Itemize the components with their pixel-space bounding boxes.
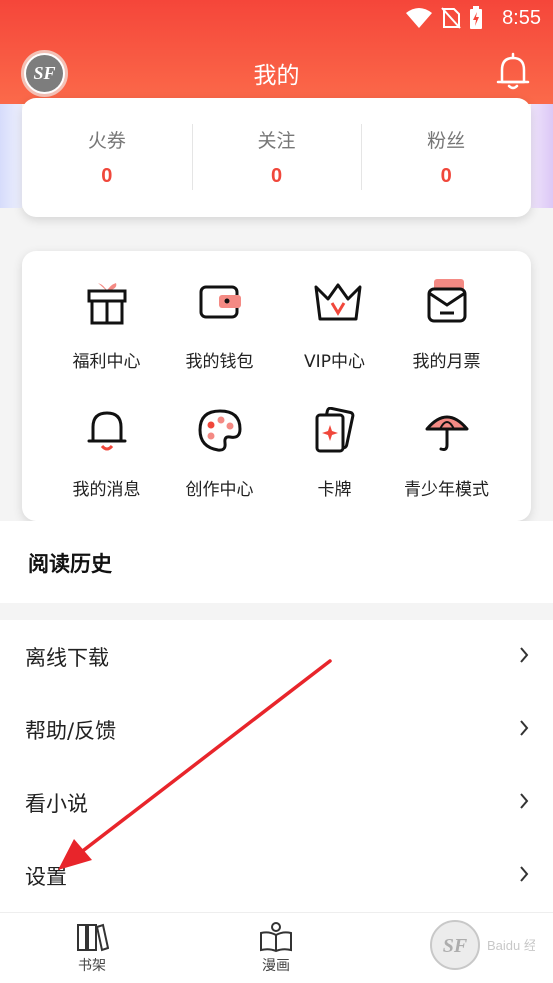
grid-item-wallet[interactable]: 我的钱包 [157,279,282,389]
stat-label: 粉丝 [427,130,466,152]
nav-tab-bookshelf[interactable]: 书架 [62,921,122,975]
watermark-text: Baidu 经验 [487,938,535,953]
stats-card: 火券 0 关注 0 粉丝 0 [22,98,531,217]
wifi-icon [406,8,432,28]
wallet-icon [199,285,241,319]
menu-item-label: 帮助/反馈 [25,719,117,743]
menu-item-label: 设置 [25,865,67,889]
grid-label: 我的月票 [412,352,481,372]
stat-tickets[interactable]: 火券 0 [22,98,192,217]
menu-item-read-novels[interactable]: 看小说 [0,766,553,839]
grid-item-youth-mode[interactable]: 青少年模式 [384,407,509,517]
stat-value: 0 [270,165,283,187]
grid-label: 青少年模式 [404,480,489,500]
menu-item-settings[interactable]: 设置 [0,839,553,912]
menu-item-offline-download[interactable]: 离线下载 [0,620,553,693]
stat-label: 火券 [87,130,126,152]
crown-icon [314,283,362,321]
watermark-logo: SF Baidu 经验 [430,920,550,970]
stat-following[interactable]: 关注 0 [191,98,362,217]
header-bar: 8:55 SF 我的 [0,0,553,104]
status-time: 8:55 [502,7,541,29]
grid-item-welfare[interactable]: 福利中心 [44,279,169,389]
status-bar: 8:55 [0,0,553,38]
stat-label: 关注 [257,130,296,152]
grid-label: 福利中心 [72,352,141,372]
section-title: 阅读历史 [28,552,112,576]
stat-value: 0 [101,165,113,187]
grid-label: VIP中心 [304,352,365,372]
stat-value: 0 [440,165,452,187]
open-book-icon [260,922,292,953]
grid-label: 卡牌 [317,480,352,500]
feature-grid: 福利中心 我的钱包 VIP中心 我的月票 我的消息 创作中心 卡牌 青少年模式 [22,251,531,521]
menu-item-label: 看小说 [25,792,88,816]
no-sim-icon [441,7,461,29]
page-title: 我的 [253,63,300,89]
nav-label: 漫画 [262,958,290,974]
message-bell-icon [87,411,127,451]
grid-item-creation[interactable]: 创作中心 [157,407,282,517]
gift-icon [87,283,127,325]
chevron-right-icon [520,647,529,663]
decor-left [0,104,22,208]
svg-text:SF: SF [443,935,468,957]
umbrella-icon [425,415,469,451]
stat-followers[interactable]: 粉丝 0 [361,98,531,217]
grid-item-cards[interactable]: 卡牌 [272,407,397,517]
chevron-right-icon [520,866,529,882]
chevron-right-icon [520,720,529,736]
grid-label: 我的钱包 [185,352,254,372]
grid-item-monthly-ticket[interactable]: 我的月票 [384,279,509,389]
menu-item-help-feedback[interactable]: 帮助/反馈 [0,693,553,766]
grid-label: 我的消息 [72,480,141,500]
battery-charging-icon [470,6,482,29]
nav-tab-comics[interactable]: 漫画 [246,921,306,975]
chevron-right-icon [520,793,529,809]
bookshelf-icon [77,923,109,952]
watermark: SF Baidu 经验 [425,915,550,975]
reading-history-section[interactable]: 阅读历史 [0,521,553,603]
nav-label: 书架 [78,958,106,974]
status-icons [405,6,483,30]
menu-list: 离线下载 帮助/反馈 看小说 设置 [0,620,553,912]
decor-right [531,104,553,208]
notification-button[interactable] [495,52,531,92]
grid-label: 创作中心 [185,480,254,500]
cards-icon [315,407,355,453]
grid-item-messages[interactable]: 我的消息 [44,407,169,517]
palette-icon [198,409,242,452]
bell-icon [496,52,530,90]
grid-item-vip[interactable]: VIP中心 [272,279,397,389]
ticket-icon [427,279,467,323]
menu-item-label: 离线下载 [25,646,109,670]
